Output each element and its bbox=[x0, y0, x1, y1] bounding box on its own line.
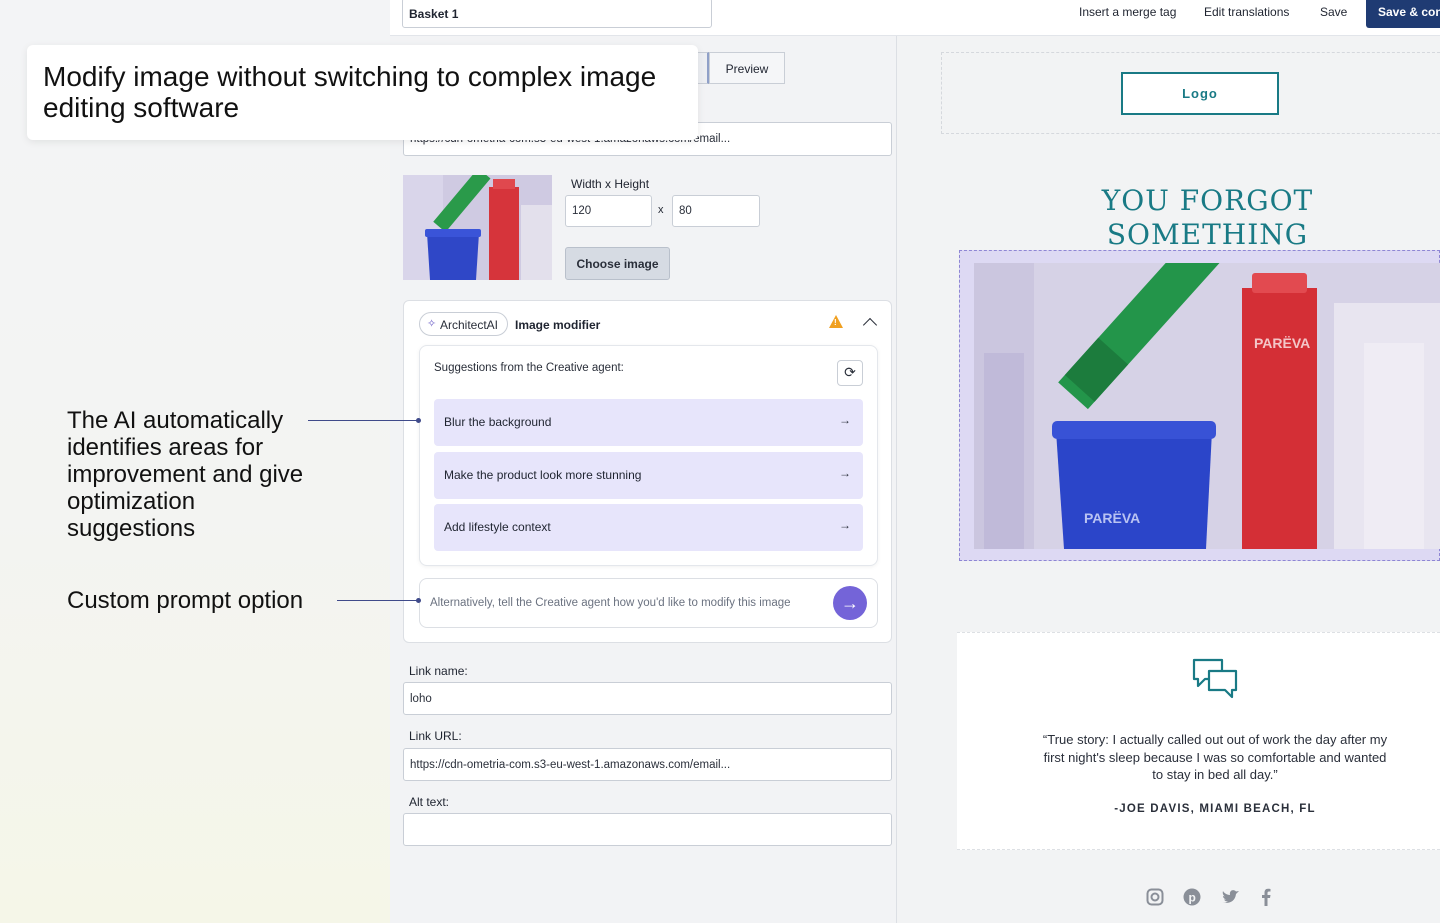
arrow-right-icon: → bbox=[839, 466, 851, 480]
logo-placeholder[interactable]: Logo bbox=[1121, 72, 1279, 115]
save-button[interactable]: Save bbox=[1316, 5, 1351, 19]
edit-translations-button[interactable]: Edit translations bbox=[1200, 5, 1293, 19]
facebook-icon[interactable] bbox=[1260, 888, 1272, 911]
top-toolbar: Basket 1 Insert a merge tag Edit transla… bbox=[390, 0, 1440, 36]
warning-icon[interactable]: ! bbox=[829, 315, 843, 328]
product-brand-text: PARËVA bbox=[1254, 335, 1310, 351]
image-thumbnail bbox=[403, 175, 552, 280]
twitter-icon[interactable] bbox=[1221, 888, 1241, 911]
pinterest-icon[interactable]: p bbox=[1183, 888, 1201, 911]
alt-text-field[interactable] bbox=[403, 813, 892, 846]
width-input[interactable]: 120 bbox=[565, 195, 652, 227]
arrow-right-icon: → bbox=[839, 518, 851, 532]
chevron-up-icon[interactable] bbox=[862, 317, 878, 333]
suggestion-label: Blur the background bbox=[444, 415, 552, 429]
ai-suggestions-annotation: The AI automatically identifies areas fo… bbox=[67, 407, 304, 542]
size-separator: x bbox=[658, 204, 664, 216]
link-url-field[interactable]: https://cdn-ometria-com.s3-eu-west-1.ama… bbox=[403, 748, 892, 781]
custom-prompt-placeholder: Alternatively, tell the Creative agent h… bbox=[430, 597, 791, 609]
height-input[interactable]: 80 bbox=[672, 195, 760, 227]
size-label: Width x Height bbox=[571, 177, 650, 191]
custom-prompt-annotation: Custom prompt option bbox=[67, 587, 304, 614]
product-photo: PARËVA PARËVA bbox=[974, 263, 1440, 549]
annotation-dot bbox=[416, 598, 421, 603]
suggestion-item[interactable]: Blur the background → bbox=[434, 399, 863, 446]
feature-callout: Modify image without switching to comple… bbox=[27, 45, 698, 140]
link-url-label: Link URL: bbox=[409, 729, 462, 743]
suggestion-label: Add lifestyle context bbox=[444, 520, 551, 534]
product-thumbnail-image bbox=[403, 175, 552, 280]
annotation-connector bbox=[308, 420, 419, 421]
instagram-icon[interactable] bbox=[1146, 888, 1164, 911]
svg-text:p: p bbox=[1189, 891, 1196, 905]
hero-product-image[interactable]: PARËVA PARËVA bbox=[974, 263, 1440, 549]
save-and-continue-button[interactable]: Save & cont bbox=[1366, 0, 1440, 28]
annotation-dot bbox=[416, 418, 421, 423]
email-headline[interactable]: YOU FORGOT SOMETHING bbox=[1040, 184, 1375, 252]
basket-name-field[interactable]: Basket 1 bbox=[402, 0, 712, 28]
product-brand-text: PARËVA bbox=[1084, 510, 1140, 526]
suggestion-label: Make the product look more stunning bbox=[444, 468, 642, 482]
link-name-field[interactable]: loho bbox=[403, 682, 892, 715]
choose-image-button[interactable]: Choose image bbox=[565, 247, 670, 280]
image-modifier-title: Image modifier bbox=[515, 318, 601, 332]
alt-text-label: Alt text: bbox=[409, 795, 450, 809]
send-arrow-icon[interactable]: → bbox=[833, 586, 867, 620]
suggestions-heading: Suggestions from the Creative agent: bbox=[434, 362, 624, 374]
testimonial-author: -JOE DAVIS, MIAMI BEACH, FL bbox=[1114, 803, 1316, 815]
speech-bubbles-icon bbox=[1192, 658, 1238, 699]
suggestion-item[interactable]: Make the product look more stunning → bbox=[434, 452, 863, 499]
refresh-icon[interactable]: ⟳ bbox=[837, 360, 863, 386]
testimonial-quote: “True story: I actually called out out o… bbox=[1042, 732, 1388, 782]
sparkle-icon: ✧ bbox=[427, 318, 437, 330]
suggestions-panel: Suggestions from the Creative agent: ⟳ B… bbox=[419, 345, 878, 566]
tab-preview[interactable]: Preview bbox=[709, 52, 785, 84]
arrow-right-icon: → bbox=[839, 413, 851, 427]
tab-edit[interactable] bbox=[697, 52, 709, 84]
architect-ai-label: ArchitectAI bbox=[440, 318, 499, 332]
suggestion-item[interactable]: Add lifestyle context → bbox=[434, 504, 863, 551]
custom-prompt-input[interactable]: Alternatively, tell the Creative agent h… bbox=[419, 578, 878, 628]
insert-merge-tag-button[interactable]: Insert a merge tag bbox=[1075, 5, 1180, 19]
link-name-label: Link name: bbox=[409, 664, 468, 678]
image-modifier-card: ✧ ArchitectAI Image modifier ! Suggestio… bbox=[403, 300, 892, 643]
architect-ai-badge: ✧ ArchitectAI bbox=[419, 312, 508, 336]
annotation-connector bbox=[337, 600, 419, 601]
